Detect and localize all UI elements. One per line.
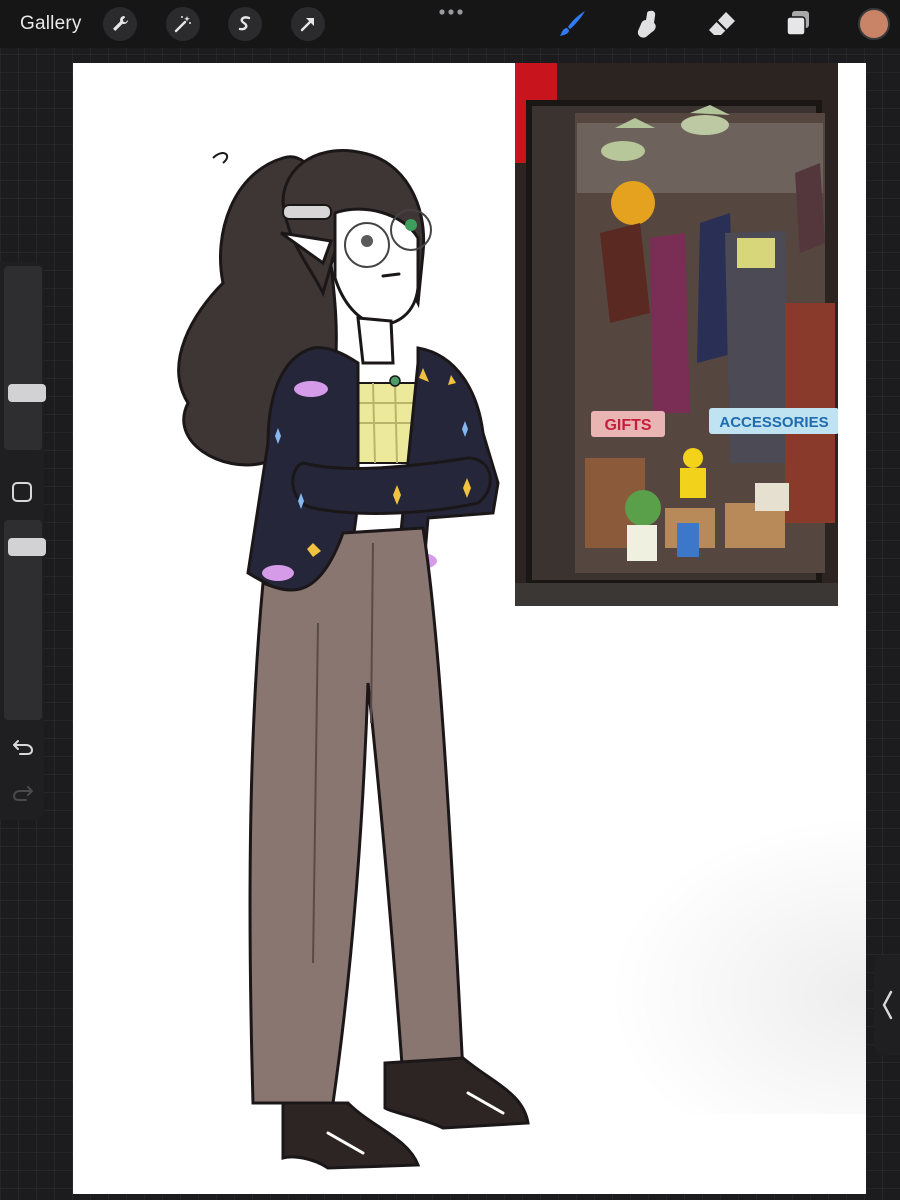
- brush-icon: [560, 11, 585, 36]
- smudge-icon: [637, 10, 656, 38]
- eraser-button[interactable]: [704, 6, 740, 42]
- transform-button[interactable]: [291, 7, 325, 41]
- gallery-button[interactable]: Gallery: [20, 12, 82, 36]
- sign-gifts: GIFTS: [604, 417, 651, 434]
- selection-button[interactable]: [228, 7, 262, 41]
- redo-button[interactable]: [10, 782, 36, 804]
- top-toolbar: Gallery: [0, 0, 900, 48]
- undo-icon: [13, 740, 34, 755]
- layers-button[interactable]: [780, 6, 816, 42]
- brush-button[interactable]: [554, 6, 590, 42]
- layers-icon: [786, 11, 809, 36]
- redo-icon: [12, 786, 33, 801]
- undo-button[interactable]: [10, 736, 36, 758]
- brush-size-thumb[interactable]: [8, 384, 46, 402]
- reference-panel-tab[interactable]: [874, 955, 900, 1055]
- color-swatch-button[interactable]: [858, 8, 890, 40]
- drawing-canvas[interactable]: GIFTS ACCESSORIES: [73, 63, 866, 1194]
- smudge-button[interactable]: [629, 6, 665, 42]
- wrench-icon: [113, 16, 128, 31]
- chevron-left-icon: [882, 990, 893, 1020]
- modify-button[interactable]: [12, 482, 32, 502]
- eraser-icon: [709, 12, 735, 35]
- adjustments-button[interactable]: [166, 7, 200, 41]
- opacity-slider[interactable]: [4, 520, 46, 720]
- reference-photo: GIFTS ACCESSORIES: [515, 63, 838, 606]
- brush-sidebar: [0, 262, 46, 820]
- brush-size-slider[interactable]: [4, 266, 46, 450]
- magic-wand-icon: [174, 16, 191, 33]
- opacity-thumb[interactable]: [8, 538, 46, 556]
- selection-icon: [238, 16, 251, 31]
- more-options-icon[interactable]: [438, 6, 464, 18]
- actions-button[interactable]: [103, 7, 137, 41]
- transform-arrow-icon: [300, 18, 314, 32]
- sign-accessories: ACCESSORIES: [719, 414, 828, 431]
